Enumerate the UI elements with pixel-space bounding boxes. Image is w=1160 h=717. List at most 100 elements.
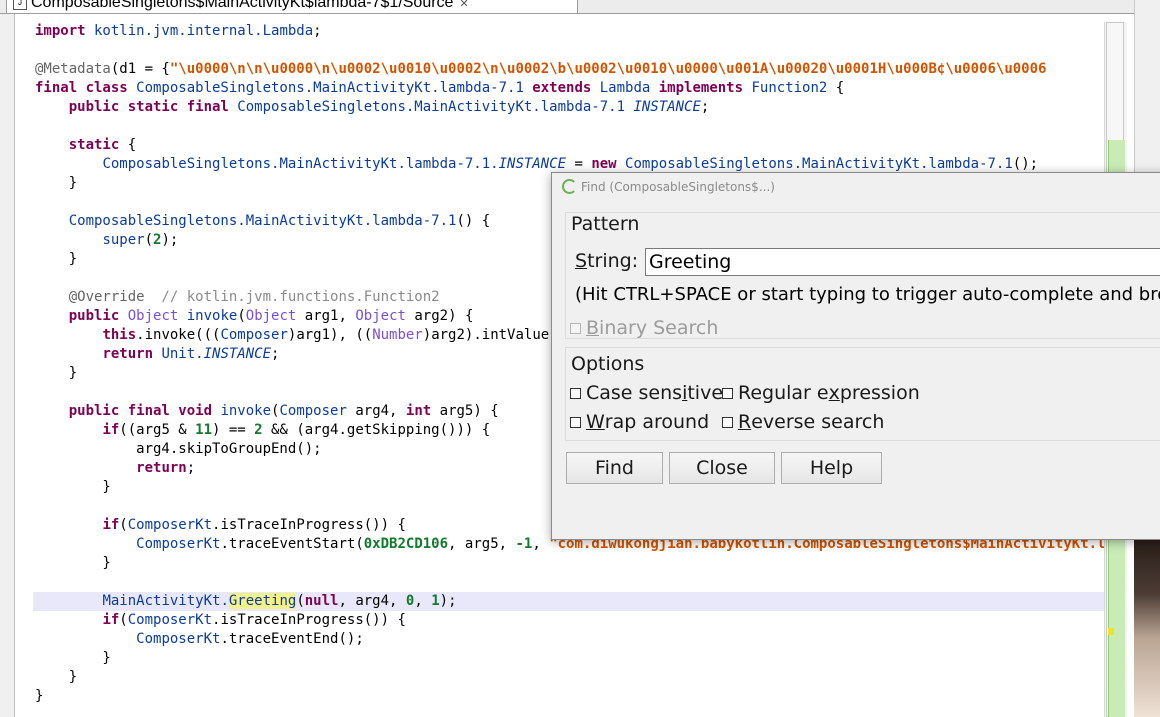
code-token: (); bbox=[1012, 156, 1039, 172]
code-token: ComposableSingletons.MainActivityKt.lamb… bbox=[127, 80, 524, 96]
code-line[interactable]: } bbox=[35, 668, 1105, 687]
code-token: && (arg4.getSkipping())) { bbox=[262, 422, 491, 438]
code-token: arg1, bbox=[296, 308, 356, 324]
dialog-title-bar[interactable]: Find (ComposableSingletons$...) bbox=[552, 173, 1160, 201]
code-token: this bbox=[102, 327, 137, 343]
code-token: () { bbox=[456, 213, 491, 229]
code-token: (d1 = { bbox=[110, 61, 170, 77]
case-sensitive-checkbox[interactable]: Case sens i tive bbox=[570, 382, 723, 404]
code-token: } bbox=[35, 251, 78, 267]
code-token: = bbox=[566, 156, 592, 172]
options-label: Options bbox=[571, 353, 648, 375]
code-token: .isTraceInProgress()) { bbox=[212, 612, 406, 628]
background-image bbox=[1134, 540, 1160, 717]
code-line[interactable]: import kotlin.jvm.internal.Lambda; bbox=[35, 22, 1105, 41]
code-line[interactable]: } bbox=[35, 687, 1105, 706]
code-line[interactable]: if(ComposerKt.isTraceInProgress()) { bbox=[35, 611, 1105, 630]
code-token: .traceEventEnd(); bbox=[220, 631, 364, 647]
code-token: arg5) { bbox=[431, 403, 499, 419]
code-token: Greeting bbox=[228, 593, 297, 609]
search-match-marker[interactable] bbox=[1108, 628, 1114, 635]
reverse-search-checkbox[interactable]: Reverse search bbox=[722, 411, 884, 433]
code-token: ( bbox=[296, 593, 305, 609]
code-token: -1 bbox=[515, 536, 533, 552]
code-token: super bbox=[102, 232, 145, 248]
code-line[interactable]: static { bbox=[35, 136, 1105, 155]
code-token: ( bbox=[144, 232, 154, 248]
help-button[interactable]: Help bbox=[781, 452, 882, 484]
code-token: ((arg5 & bbox=[119, 422, 196, 438]
code-token: Object bbox=[245, 308, 297, 324]
code-line[interactable]: MainActivityKt.Greeting(null, arg4, 0, 1… bbox=[33, 592, 1105, 611]
regular-expression-checkbox[interactable]: Regular e x pression bbox=[722, 382, 920, 404]
code-token: Function2 bbox=[743, 80, 828, 96]
code-token: )arg1), (( bbox=[287, 327, 373, 343]
code-token: ); bbox=[161, 232, 179, 248]
code-line[interactable] bbox=[35, 117, 1105, 136]
code-line[interactable]: } bbox=[35, 649, 1105, 668]
code-token: 0xDB2CD106 bbox=[363, 536, 449, 552]
code-token: } bbox=[35, 555, 111, 571]
code-token: ComposerKt bbox=[127, 612, 213, 628]
code-token: ComposableSingletons.MainActivityKt.lamb… bbox=[102, 156, 499, 172]
code-token: .isTraceInProgress()) { bbox=[212, 517, 406, 533]
code-line[interactable]: ComposerKt.traceEventEnd(); bbox=[35, 630, 1105, 649]
app-logo-icon bbox=[562, 179, 577, 194]
editor-tab-bar: J ComposableSingletons$MainActivityKt$lam… bbox=[0, 0, 1160, 14]
code-token: Object bbox=[355, 308, 406, 324]
code-token: ComposerKt bbox=[136, 536, 221, 552]
search-string-input[interactable]: Greeting bbox=[645, 248, 1160, 276]
code-token: ; bbox=[186, 460, 196, 476]
code-line[interactable] bbox=[35, 41, 1105, 60]
code-token: @Override bbox=[68, 289, 145, 305]
code-token: ComposerKt bbox=[127, 517, 213, 533]
wrap-around-checkbox[interactable]: Wrap around bbox=[570, 411, 709, 433]
binary-search-checkbox[interactable]: Binary Search bbox=[570, 317, 718, 339]
string-label: String: bbox=[575, 250, 639, 272]
code-token: ) == bbox=[212, 422, 255, 438]
close-button[interactable]: Close bbox=[669, 452, 775, 484]
code-token: } bbox=[35, 688, 44, 704]
code-line[interactable] bbox=[35, 573, 1105, 592]
code-line[interactable]: final class ComposableSingletons.MainAct… bbox=[35, 79, 1105, 98]
code-token: extends bbox=[523, 80, 592, 96]
code-line[interactable]: } bbox=[35, 554, 1105, 573]
code-token: INSTANCE bbox=[203, 346, 272, 362]
code-token: , bbox=[532, 536, 550, 552]
code-token: ; bbox=[700, 99, 710, 115]
code-token: kotlin.jvm.internal.Lambda bbox=[85, 23, 314, 39]
code-token: arg4, bbox=[346, 403, 406, 419]
close-tab-icon[interactable]: ✕ bbox=[459, 0, 468, 10]
code-token: if bbox=[102, 612, 120, 628]
code-token: public final void bbox=[68, 403, 213, 419]
code-token: ComposableSingletons.MainActivityKt.lamb… bbox=[68, 213, 457, 229]
code-line[interactable]: @Metadata(d1 = {"\u0000\n\n\u0000\n\u000… bbox=[35, 60, 1105, 79]
code-token: } bbox=[35, 669, 78, 685]
code-token: .traceEventStart( bbox=[220, 536, 364, 552]
code-token: { bbox=[119, 137, 137, 153]
editor-tab[interactable]: J ComposableSingletons$MainActivityKt$lam… bbox=[6, 0, 578, 13]
code-token: ( bbox=[237, 308, 246, 324]
code-token: ; bbox=[313, 23, 331, 39]
checkbox-box bbox=[570, 387, 581, 399]
find-button[interactable]: Find bbox=[566, 452, 663, 484]
code-token: ( bbox=[119, 517, 128, 533]
code-token: 1 bbox=[431, 593, 440, 609]
code-line[interactable]: public static final ComposableSingletons… bbox=[35, 98, 1105, 117]
code-token: // kotlin.jvm.functions.Function2 bbox=[144, 289, 440, 305]
